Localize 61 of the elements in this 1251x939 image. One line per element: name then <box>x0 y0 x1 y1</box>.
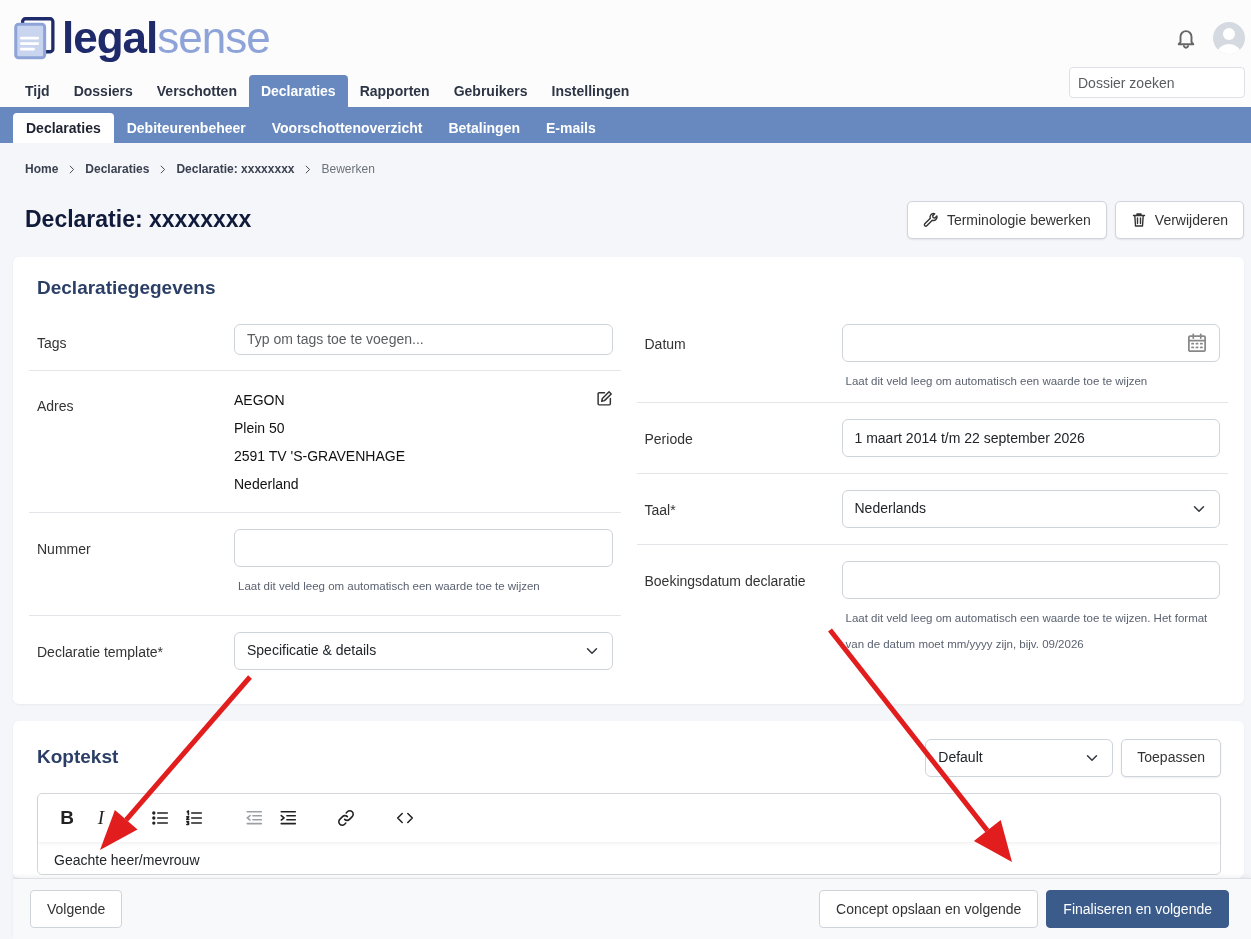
dropdown[interactable]: Specificatie & details <box>234 631 613 670</box>
field-label: Adres <box>37 396 75 416</box>
sub-tab[interactable]: E-mails <box>533 113 609 143</box>
page-title: Declaratie: xxxxxxxx <box>25 206 252 234</box>
address-text: AEGON Plein 50 2591 TV 'S-GRAVENHAGE Nederland <box>234 390 405 494</box>
finalize-button[interactable]: Finaliseren en volgende <box>1046 890 1229 928</box>
search-field[interactable]: Dossier zoeken <box>1069 67 1245 98</box>
logo-text: legalsense <box>62 15 270 60</box>
outdent-icon <box>245 808 263 827</box>
sub-tab[interactable]: Declaraties <box>13 113 114 143</box>
section-title: Koptekst <box>37 746 119 770</box>
nav-tab[interactable]: Instellingen <box>539 75 642 107</box>
sub-tab[interactable]: Betalingen <box>435 113 533 143</box>
section-title: Declaratiegegevens <box>37 277 217 300</box>
date-field[interactable] <box>841 323 1220 362</box>
bulleted-list-icon <box>151 808 169 827</box>
indent-icon <box>279 808 297 827</box>
nav-tab[interactable]: Rapporten <box>347 75 442 107</box>
breadcrumb-link[interactable]: Home <box>25 160 59 178</box>
template-dropdown[interactable]: Default <box>925 738 1114 777</box>
input-field[interactable]: 1 maart 2014 t/m 22 september 2026 <box>841 418 1220 457</box>
apply-button[interactable]: Toepassen <box>1121 738 1221 777</box>
breadcrumb-current: Bewerken <box>321 161 375 178</box>
save-draft-button[interactable]: Concept opslaan en volgende <box>819 890 1039 928</box>
nav-tab[interactable]: Tijd <box>13 75 62 107</box>
input-field[interactable] <box>841 560 1220 599</box>
document-logo-icon <box>12 15 58 60</box>
numbered-list-icon <box>185 808 203 827</box>
bold-button[interactable]: B <box>58 802 76 833</box>
dropdown[interactable]: Nederlands <box>841 489 1220 528</box>
next-button[interactable]: Volgende <box>30 890 123 928</box>
italic-button[interactable]: I <box>92 802 110 833</box>
trash-icon <box>1130 212 1147 228</box>
nav-tab[interactable]: Declaraties <box>248 75 348 107</box>
calendar-icon <box>1187 332 1207 353</box>
field-label: Taal* <box>644 500 677 520</box>
edit-terminology-button[interactable]: Terminologie bewerken <box>906 201 1107 239</box>
nav-tab[interactable]: Gebruikers <box>441 75 540 107</box>
editor-text: Geachte heer/mevrouw <box>53 850 201 870</box>
wrench-icon <box>922 212 939 228</box>
text-editor[interactable]: B I Geachte heer/mevrouw <box>37 792 1221 875</box>
field-label: Periode <box>644 429 694 449</box>
nav-tab[interactable]: Verschotten <box>144 75 249 107</box>
help-text: Laat dit veld leeg om automatisch een waarde toe te wijzen. Het format van de datum moet mm/yyyy zijn, bijv. 09/2026 <box>844 610 1209 652</box>
help-text: Laat dit veld leeg om automatisch een waarde toe te wijzen <box>844 373 1149 389</box>
field-label: Tags <box>37 333 68 353</box>
link-icon <box>337 808 355 827</box>
field-label: Nummer <box>37 539 92 559</box>
breadcrumb-link[interactable]: Declaratie: xxxxxxxx <box>176 160 295 178</box>
sub-tab[interactable]: Voorschottenoverzicht <box>258 113 436 143</box>
breadcrumb-link[interactable]: Declaraties <box>85 160 150 178</box>
field-label: Datum <box>644 334 687 354</box>
input-field[interactable] <box>234 528 613 567</box>
delete-button[interactable]: Verwijderen <box>1114 201 1244 239</box>
field-label: Declaratie template* <box>37 642 165 662</box>
tags-field[interactable]: Typ om tags toe te voegen... <box>234 323 613 355</box>
edit-icon[interactable] <box>595 389 613 407</box>
nav-tab[interactable]: Dossiers <box>61 75 145 107</box>
help-text: Laat dit veld leeg om automatisch een waarde toe te wijzen <box>237 578 541 594</box>
field-label: Boekingsdatum declaratie <box>644 571 807 591</box>
sub-tab[interactable]: Debiteurenbeheer <box>113 113 259 143</box>
